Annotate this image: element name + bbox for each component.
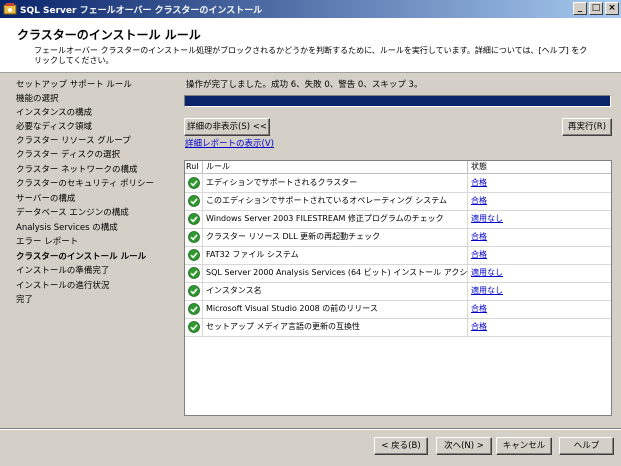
row-icon-cell — [185, 318, 203, 336]
nav-item-disk-space[interactable]: 必要なディスク領域 — [16, 120, 92, 134]
nav-item-cluster-resource-group[interactable]: クラスター リソース グループ — [16, 134, 131, 148]
table-row[interactable]: エディションでサポートされるクラスター 合格 — [185, 174, 611, 193]
step-navigation: セットアップ サポート ルール 機能の選択 インスタンスの構成 必要なディスク領… — [0, 73, 178, 429]
rule-status-link[interactable]: 合格 — [471, 232, 487, 241]
footer-divider — [0, 428, 621, 430]
rule-name: Windows Server 2003 FILESTREAM 修正プログラムのチ… — [203, 210, 468, 228]
table-row[interactable]: インスタンス名 適用なし — [185, 282, 611, 301]
rule-name: エディションでサポートされるクラスター — [203, 174, 468, 192]
success-check-icon — [188, 177, 200, 189]
rule-status-cell: 適用なし — [468, 282, 611, 300]
row-icon-cell — [185, 192, 203, 210]
rule-status-link[interactable]: 合格 — [471, 178, 487, 187]
nav-item-error-reporting[interactable]: エラー レポート — [16, 235, 78, 249]
row-icon-cell — [185, 264, 203, 282]
progress-bar — [184, 95, 611, 107]
maximize-button[interactable]: □ — [589, 2, 603, 15]
nav-item-server-configuration[interactable]: サーバーの構成 — [16, 192, 75, 206]
rule-status-cell: 合格 — [468, 192, 611, 210]
rule-status-link[interactable]: 合格 — [471, 250, 487, 259]
rule-status-cell: 合格 — [468, 174, 611, 192]
page-description: フェールオーバー クラスターのインストール処理がブロックされるかどうかを判断する… — [34, 46, 588, 65]
table-row[interactable]: このエディションでサポートされているオペレーティング システム 合格 — [185, 192, 611, 211]
title-bar[interactable]: SQL Server フェールオーバー クラスターのインストール _ □ × — [0, 0, 621, 18]
rerun-button[interactable]: 再実行(R) — [562, 118, 612, 136]
table-row[interactable]: Microsoft Visual Studio 2008 の前のリリース 合格 — [185, 300, 611, 319]
sql-server-setup-icon — [3, 3, 17, 15]
rule-status-link[interactable]: 合格 — [471, 322, 487, 331]
nav-item-complete[interactable]: 完了 — [16, 293, 33, 307]
next-button[interactable]: 次へ(N) > — [436, 437, 492, 455]
nav-item-database-engine[interactable]: データベース エンジンの構成 — [16, 206, 129, 220]
rule-name: SQL Server 2000 Analysis Services (64 ビッ… — [203, 264, 468, 282]
column-header-icon[interactable]: Rul — [185, 161, 203, 173]
rule-name: FAT32 ファイル システム — [203, 246, 468, 264]
nav-item-install-progress[interactable]: インストールの進行状況 — [16, 279, 109, 293]
nav-item-cluster-network[interactable]: クラスター ネットワークの構成 — [16, 163, 138, 177]
success-check-icon — [188, 321, 200, 333]
success-check-icon — [188, 195, 200, 207]
operation-status: 操作が完了しました。成功 6、失敗 0、警告 0、スキップ 3。 — [186, 80, 423, 90]
page-header: クラスターのインストール ルール フェールオーバー クラスターのインストール処理… — [0, 18, 621, 73]
table-header: Rul ルール 状態 — [185, 161, 611, 174]
rule-status-cell: 適用なし — [468, 210, 611, 228]
table-row[interactable]: SQL Server 2000 Analysis Services (64 ビッ… — [185, 264, 611, 283]
rule-status-link[interactable]: 適用なし — [471, 268, 503, 277]
table-row[interactable]: FAT32 ファイル システム 合格 — [185, 246, 611, 265]
row-icon-cell — [185, 210, 203, 228]
rule-status-link[interactable]: 合格 — [471, 304, 487, 313]
table-row[interactable]: クラスター リソース DLL 更新の再起動チェック 合格 — [185, 228, 611, 247]
rule-status-link[interactable]: 合格 — [471, 196, 487, 205]
main-content: 操作が完了しました。成功 6、失敗 0、警告 0、スキップ 3。 詳細の非表示(… — [178, 73, 621, 429]
nav-item-cluster-install-rules[interactable]: クラスターのインストール ルール — [16, 250, 146, 264]
success-check-icon — [188, 303, 200, 315]
rule-status-cell: 合格 — [468, 318, 611, 336]
rule-name: クラスター リソース DLL 更新の再起動チェック — [203, 228, 468, 246]
rule-status-link[interactable]: 適用なし — [471, 286, 503, 295]
rule-status-cell: 合格 — [468, 228, 611, 246]
row-icon-cell — [185, 282, 203, 300]
window-controls: _ □ × — [573, 2, 619, 15]
row-icon-cell — [185, 300, 203, 318]
row-icon-cell — [185, 174, 203, 192]
nav-item-cluster-security-policy[interactable]: クラスターのセキュリティ ポリシー — [16, 177, 154, 191]
rule-name: セットアップ メディア言語の更新の互換性 — [203, 318, 468, 336]
nav-item-ready-to-install[interactable]: インストールの準備完了 — [16, 264, 109, 278]
nav-item-analysis-services[interactable]: Analysis Services の構成 — [16, 221, 118, 235]
back-button[interactable]: < 戻る(B) — [374, 437, 428, 455]
column-header-rule[interactable]: ルール — [203, 161, 468, 173]
rule-status-link[interactable]: 適用なし — [471, 214, 503, 223]
rule-name: このエディションでサポートされているオペレーティング システム — [203, 192, 468, 210]
rule-name: Microsoft Visual Studio 2008 の前のリリース — [203, 300, 468, 318]
rules-table: Rul ルール 状態 エディションでサポートされるクラスター 合格 このエディション… — [184, 160, 612, 416]
success-check-icon — [188, 249, 200, 261]
success-check-icon — [188, 213, 200, 225]
page-title: クラスターのインストール ルール — [17, 28, 201, 42]
help-button[interactable]: ヘルプ — [559, 437, 614, 455]
row-icon-cell — [185, 228, 203, 246]
column-header-status[interactable]: 状態 — [468, 161, 611, 173]
window-title: SQL Server フェールオーバー クラスターのインストール — [20, 6, 263, 16]
setup-window: SQL Server フェールオーバー クラスターのインストール _ □ × ク… — [0, 0, 621, 466]
success-check-icon — [188, 231, 200, 243]
cancel-button[interactable]: キャンセル — [496, 437, 552, 455]
success-check-icon — [188, 267, 200, 279]
nav-item-instance-configuration[interactable]: インスタンスの構成 — [16, 106, 92, 120]
view-detailed-report-link[interactable]: 詳細レポートの表示(V) — [185, 137, 274, 149]
nav-item-setup-support-rules[interactable]: セットアップ サポート ルール — [16, 78, 132, 92]
minimize-button[interactable]: _ — [573, 2, 587, 15]
table-row[interactable]: セットアップ メディア言語の更新の互換性 合格 — [185, 318, 611, 337]
rule-status-cell: 合格 — [468, 246, 611, 264]
rule-status-cell: 合格 — [468, 300, 611, 318]
table-row[interactable]: Windows Server 2003 FILESTREAM 修正プログラムのチ… — [185, 210, 611, 229]
hide-details-button[interactable]: 詳細の非表示(S) << — [184, 118, 270, 136]
nav-item-cluster-disk-selection[interactable]: クラスター ディスクの選択 — [16, 148, 120, 162]
success-check-icon — [188, 285, 200, 297]
rule-status-cell: 適用なし — [468, 264, 611, 282]
close-button[interactable]: × — [605, 2, 619, 15]
rule-name: インスタンス名 — [203, 282, 468, 300]
nav-item-feature-selection[interactable]: 機能の選択 — [16, 92, 59, 106]
row-icon-cell — [185, 246, 203, 264]
progress-bar-fill — [185, 96, 610, 106]
